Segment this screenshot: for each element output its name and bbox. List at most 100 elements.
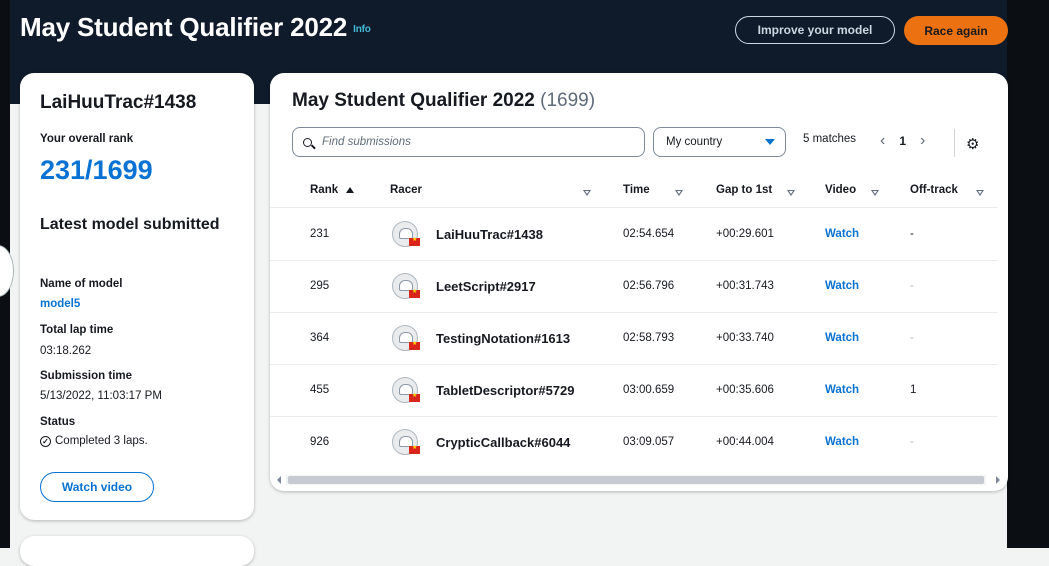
gap-cell: +00:29.601: [716, 228, 774, 240]
time-header-label: Time: [623, 184, 650, 196]
matches-count: 5 matches: [803, 133, 857, 145]
search-input[interactable]: [320, 135, 624, 149]
column-header-gap[interactable]: Gap to 1st: [716, 184, 772, 196]
rank-cell: 295: [310, 280, 330, 292]
country-filter-value: My country: [666, 136, 723, 148]
table-header: Rank Racer Time Gap to 1st Video Off-tra…: [270, 177, 998, 208]
offtrack-sort-icon[interactable]: [976, 190, 984, 196]
vietnam-flag-icon: [409, 340, 420, 350]
scroll-left-icon[interactable]: [277, 476, 281, 484]
column-header-video[interactable]: Video: [825, 184, 856, 196]
racer-name: LaiHuuTrac#1438: [40, 92, 197, 113]
racer-sort-icon[interactable]: [583, 190, 591, 196]
column-header-offtrack[interactable]: Off-track: [910, 184, 958, 196]
gap-sort-icon[interactable]: [787, 190, 795, 196]
info-link[interactable]: Info: [353, 24, 371, 35]
submission-time-value: 5/13/2022, 11:03:17 PM: [40, 390, 162, 402]
submission-time-label: Submission time: [40, 370, 133, 382]
scroll-right-icon[interactable]: [996, 476, 1000, 484]
rank-cell: 926: [310, 436, 330, 448]
racer-name-cell: LeetScript#2917: [436, 278, 536, 294]
latest-model-title: Latest model submitted: [40, 216, 220, 233]
racer-avatar-icon: [392, 377, 420, 403]
column-header-rank[interactable]: Rank: [310, 184, 355, 196]
improve-model-button[interactable]: Improve your model: [735, 16, 895, 44]
table-row[interactable]: 364 TestingNotation#1613 02:58.793 +00:3…: [270, 312, 998, 365]
racer-avatar-icon: [392, 325, 420, 351]
check-circle-icon: ✓: [40, 435, 51, 447]
watch-link[interactable]: Watch: [825, 312, 859, 364]
table-row[interactable]: 455 TabletDescriptor#5729 03:00.659 +00:…: [270, 364, 998, 417]
table-row[interactable]: 926 CrypticCallback#6044 03:09.057 +00:4…: [270, 416, 998, 468]
vietnam-flag-icon: [409, 288, 420, 298]
country-filter-select[interactable]: My country: [653, 127, 786, 157]
time-cell: 02:58.793: [623, 332, 675, 344]
rank-cell: 455: [310, 384, 330, 396]
column-header-time[interactable]: Time: [623, 184, 650, 196]
racer-avatar-icon: [392, 273, 420, 299]
rank-header-label: Rank: [310, 184, 339, 196]
vietnam-flag-icon: [409, 444, 420, 454]
horizontal-scrollbar[interactable]: [274, 473, 1002, 485]
gap-header-label: Gap to 1st: [716, 184, 773, 196]
leaderboard-title-text: May Student Qualifier 2022: [292, 90, 535, 111]
watch-link[interactable]: Watch: [825, 208, 859, 260]
current-page[interactable]: 1: [899, 134, 906, 148]
status-value: ✓ Completed 3 laps.: [40, 435, 148, 447]
chevron-left-icon[interactable]: ‹: [880, 132, 885, 150]
table-row[interactable]: 295 LeetScript#2917 02:56.796 +00:31.743…: [270, 260, 998, 313]
time-cell: 03:09.057: [623, 436, 675, 448]
table-row[interactable]: 231 LaiHuuTrac#1438 02:54.654 +00:29.601…: [270, 208, 998, 261]
racer-header-label: Racer: [390, 184, 422, 196]
profile-card: LaiHuuTrac#1438 Your overall rank 231/16…: [20, 73, 254, 520]
racer-cell: LeetScript#2917: [392, 260, 536, 312]
time-sort-icon[interactable]: [675, 190, 683, 196]
watch-link[interactable]: Watch: [825, 416, 859, 468]
watch-video-button[interactable]: Watch video: [40, 472, 154, 502]
scrollbar-thumb[interactable]: [288, 476, 984, 484]
racer-avatar-icon: [392, 429, 420, 455]
toolbar-divider: [954, 129, 955, 157]
pagination: ‹ 1 ›: [880, 132, 925, 150]
gear-icon[interactable]: ⚙: [966, 135, 979, 153]
leaderboard-count: (1699): [540, 90, 596, 111]
time-cell: 02:54.654: [623, 228, 675, 240]
racer-name-cell: CrypticCallback#6044: [436, 434, 571, 450]
watch-link[interactable]: Watch: [825, 364, 859, 416]
watch-link[interactable]: Watch: [825, 260, 859, 312]
offtrack-cell: -: [910, 228, 914, 240]
racer-name-cell: TabletDescriptor#5729: [436, 382, 575, 398]
window-right-edge: [1007, 0, 1049, 548]
search-field[interactable]: [292, 127, 645, 157]
leaderboard-card: May Student Qualifier 2022 (1699) My cou…: [270, 73, 1008, 491]
vietnam-flag-icon: [409, 236, 420, 246]
search-icon: [303, 137, 312, 147]
video-header-label: Video: [825, 184, 857, 196]
racer-cell: LaiHuuTrac#1438: [392, 208, 543, 260]
overall-rank-label: Your overall rank: [40, 133, 134, 145]
lap-time-label: Total lap time: [40, 324, 114, 336]
column-header-racer[interactable]: Racer: [390, 184, 422, 196]
page-title-text: May Student Qualifier 2022: [20, 12, 348, 42]
status-text: Completed 3 laps.: [55, 435, 148, 447]
caret-down-icon: [765, 139, 775, 145]
race-again-button[interactable]: Race again: [904, 16, 1008, 45]
overall-rank-value: 231/1699: [40, 155, 153, 185]
sort-ascending-icon: [346, 187, 355, 193]
status-label: Status: [40, 416, 76, 428]
racer-cell: CrypticCallback#6044: [392, 416, 570, 468]
racer-avatar-icon: [392, 221, 420, 247]
secondary-card: [20, 536, 254, 566]
offtrack-cell: -: [910, 332, 914, 344]
chevron-right-icon[interactable]: ›: [920, 132, 925, 150]
video-sort-icon[interactable]: [871, 190, 879, 196]
offtrack-header-label: Off-track: [910, 184, 958, 196]
page-title: May Student Qualifier 2022 Info: [20, 12, 371, 43]
gap-cell: +00:31.743: [716, 280, 774, 292]
time-cell: 03:00.659: [623, 384, 675, 396]
vietnam-flag-icon: [409, 392, 420, 402]
offtrack-cell: -: [910, 436, 914, 448]
rank-cell: 231: [310, 228, 330, 240]
rank-cell: 364: [310, 332, 330, 344]
model-name-link[interactable]: model5: [40, 298, 80, 310]
